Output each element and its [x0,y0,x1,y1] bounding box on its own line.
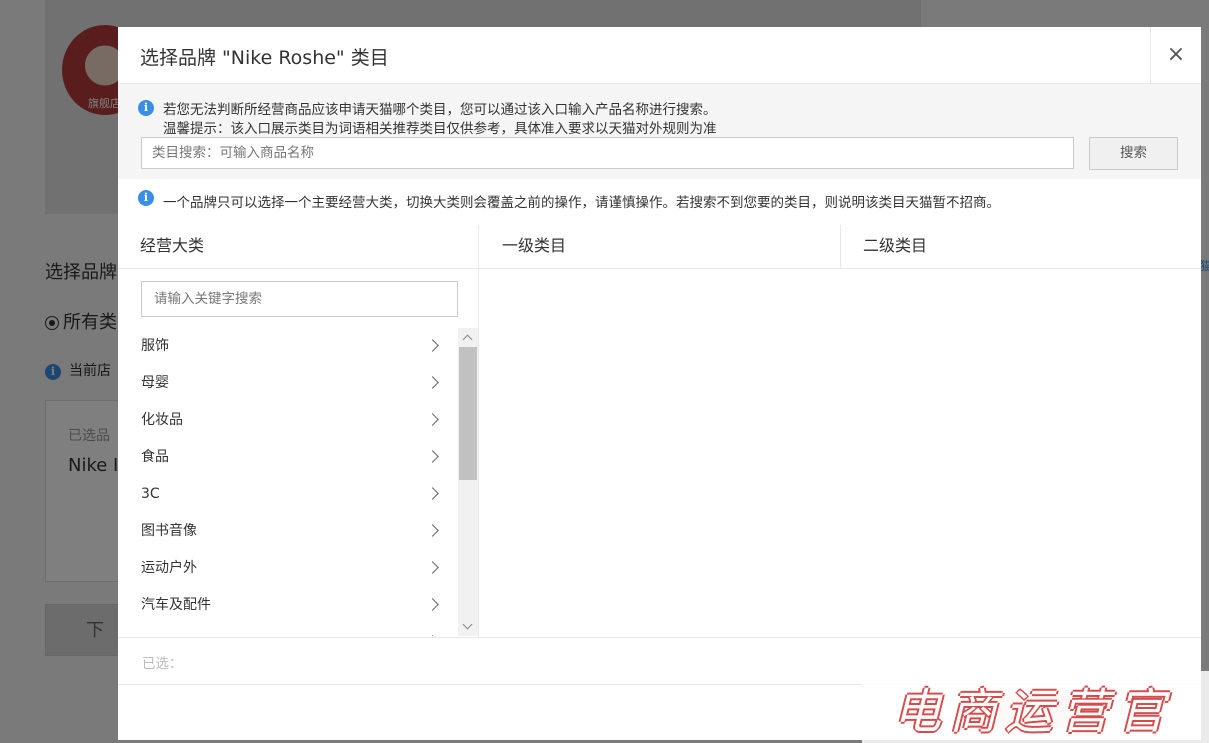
modal-header: 选择品牌 "Nike Roshe" 类目 × [118,27,1201,84]
category-label: 母婴 [141,375,169,391]
main-category-list: 服饰 母婴 化妆品 食品 3C 图书音像 运动户外 汽车及配件 [118,328,458,636]
chevron-right-icon [428,513,440,550]
category-search-area: i 若您无法判断所经营商品应该申请天猫哪个类目，您可以通过该入口输入产品名称进行… [118,84,1201,179]
chevron-right-icon [428,476,440,513]
category-label: 汽车及配件 [141,597,211,613]
category-label: 图书音像 [141,523,197,539]
info-icon: i [138,100,154,116]
category-label: 3C [141,486,160,502]
column-divider [840,225,841,268]
selected-label: 已选： [142,656,183,672]
keyword-search-input[interactable] [141,281,458,317]
category-label: 服饰 [141,338,169,354]
scroll-up-icon[interactable] [458,328,478,346]
column-headers: 经营大类 一级类目 二级类目 [118,225,1201,269]
chevron-right-icon [428,365,440,402]
list-item[interactable]: 服饰 [118,328,458,365]
column-level2: 二级类目 [863,236,928,255]
chevron-right-icon [428,587,440,624]
category-scrollbar[interactable] [458,328,478,636]
category-warning: 一个品牌只可以选择一个主要经营大类，切换大类则会覆盖之前的操作，请谨慎操作。若搜… [163,195,1000,211]
scroll-down-icon[interactable] [458,618,478,636]
list-item-partial[interactable] [118,624,458,636]
chevron-right-icon [428,402,440,439]
watermark-logo: 电商运营官 [893,684,1174,740]
list-item[interactable]: 母婴 [118,365,458,402]
list-item[interactable]: 化妆品 [118,402,458,439]
list-item[interactable]: 3C [118,476,458,513]
list-item[interactable]: 食品 [118,439,458,476]
modal-title: 选择品牌 "Nike Roshe" 类目 [140,47,389,69]
category-label: 化妆品 [141,412,183,428]
search-tip-note: 温馨提示：该入口展示类目为词语相关推荐类目仅供参考，具体准入要求以天猫对外规则为… [163,121,717,137]
category-label: 运动户外 [141,560,197,576]
list-item[interactable]: 汽车及配件 [118,587,458,624]
category-search-input[interactable] [141,137,1074,169]
category-modal: 选择品牌 "Nike Roshe" 类目 × i 若您无法判断所经营商品应该申请… [118,27,1201,740]
column-divider [478,225,479,268]
column-level1: 一级类目 [502,236,567,255]
chevron-right-icon [428,624,440,636]
scroll-thumb[interactable] [459,347,477,480]
warning-info-icon: i [138,190,154,206]
list-item[interactable]: 图书音像 [118,513,458,550]
column-main-category: 经营大类 [140,236,205,255]
chevron-right-icon [428,328,440,365]
chevron-right-icon [428,439,440,476]
chevron-right-icon [428,550,440,587]
search-tip: 若您无法判断所经营商品应该申请天猫哪个类目，您可以通过该入口输入产品名称进行搜索… [163,102,717,118]
close-icon[interactable]: × [1150,27,1201,83]
category-label: 食品 [141,449,169,465]
column-divider [478,268,479,637]
list-item[interactable]: 运动户外 [118,550,458,587]
search-button[interactable]: 搜索 [1089,137,1178,170]
